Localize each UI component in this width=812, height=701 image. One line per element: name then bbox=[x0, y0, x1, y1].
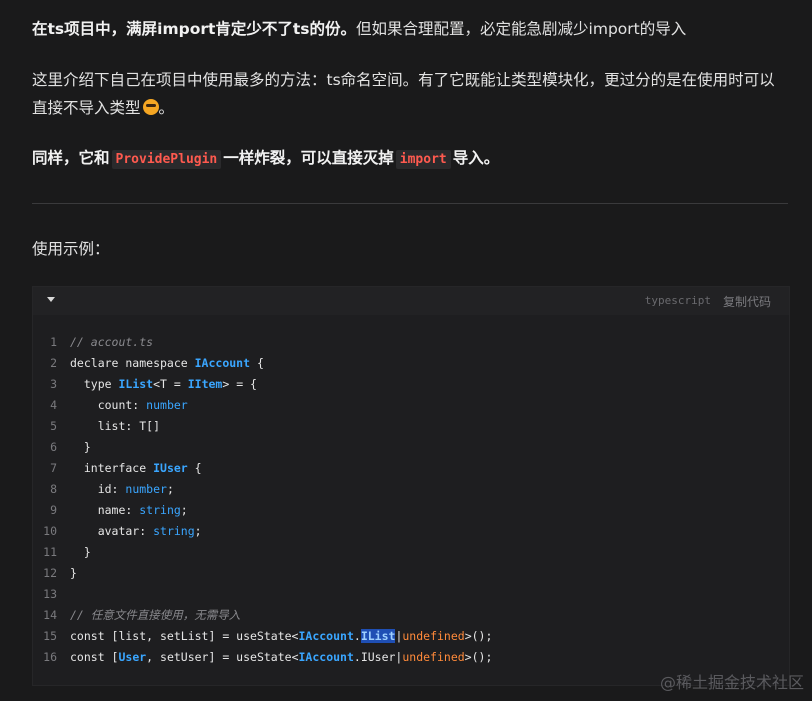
code-line: 13 bbox=[43, 587, 57, 601]
p3-pre: 同样，它和 bbox=[32, 149, 110, 167]
code-line: 10 avatar: string; bbox=[43, 524, 202, 538]
inline-code-import: import bbox=[395, 150, 451, 169]
p3-post: 导入。 bbox=[452, 149, 500, 167]
intro-bold: 在ts项目中，满屏import肯定少不了ts的份。 bbox=[32, 20, 357, 38]
code-line: 3 type IList<T = IItem> = { bbox=[50, 377, 257, 391]
code-line: 6 } bbox=[50, 440, 91, 454]
collapse-triangle-icon[interactable] bbox=[47, 297, 55, 302]
p3-mid: 一样炸裂，可以直接灭掉 bbox=[223, 149, 394, 167]
intro-rest: 但如果合理配置，必定能急剧减少import的导入 bbox=[356, 20, 687, 38]
selected-text: IList bbox=[360, 629, 396, 643]
code-line: 9 name: string; bbox=[50, 503, 188, 517]
paragraph-namespace: 这里介绍下自己在项目中使用最多的方法：ts命名空间。有了它既能让类型模块化，更过… bbox=[32, 71, 775, 117]
code-line: 12} bbox=[43, 566, 77, 580]
code-line: 15 const [list, setList] = useState<IAcco… bbox=[43, 629, 493, 643]
divider bbox=[32, 203, 788, 204]
code-language: typescript bbox=[644, 294, 711, 307]
code-line: 8 id: number; bbox=[50, 482, 174, 496]
code-line: 7 interface IUser { bbox=[50, 461, 202, 475]
paragraph-provideplugin: 同样，它和 ProvidePlugin 一样炸裂，可以直接灭掉 import 导入。 bbox=[32, 144, 788, 174]
copy-code-button[interactable]: 复制代码 bbox=[723, 293, 771, 310]
star-struck-emoji-icon bbox=[142, 99, 159, 115]
code-block: typescript 复制代码 1// accout.ts 2 declare n… bbox=[32, 286, 790, 686]
code-line: 2 declare namespace IAccount { bbox=[50, 356, 264, 370]
code-line: 14// 任意文件直接使用，无需导入 bbox=[43, 608, 241, 622]
code-line: 11 } bbox=[43, 545, 91, 559]
code-line: 4 count: number bbox=[50, 398, 188, 412]
code-line: 1// accout.ts bbox=[50, 335, 154, 349]
inline-code-provideplugin: ProvidePlugin bbox=[111, 150, 222, 169]
code-lines: 1// accout.ts 2 declare namespace IAccoun… bbox=[33, 332, 789, 668]
paragraph-example-label: 使用示例： bbox=[32, 240, 110, 258]
code-header: typescript 复制代码 bbox=[33, 287, 789, 315]
paragraph-intro: 在ts项目中，满屏import肯定少不了ts的份。但如果合理配置，必定能急剧减少… bbox=[32, 15, 788, 43]
watermark: @稀土掘金技术社区 bbox=[659, 673, 804, 692]
code-line: 16 const [User, setUser] = useState<IAcco… bbox=[43, 650, 493, 664]
code-line: 5 list: T[] bbox=[50, 419, 161, 433]
